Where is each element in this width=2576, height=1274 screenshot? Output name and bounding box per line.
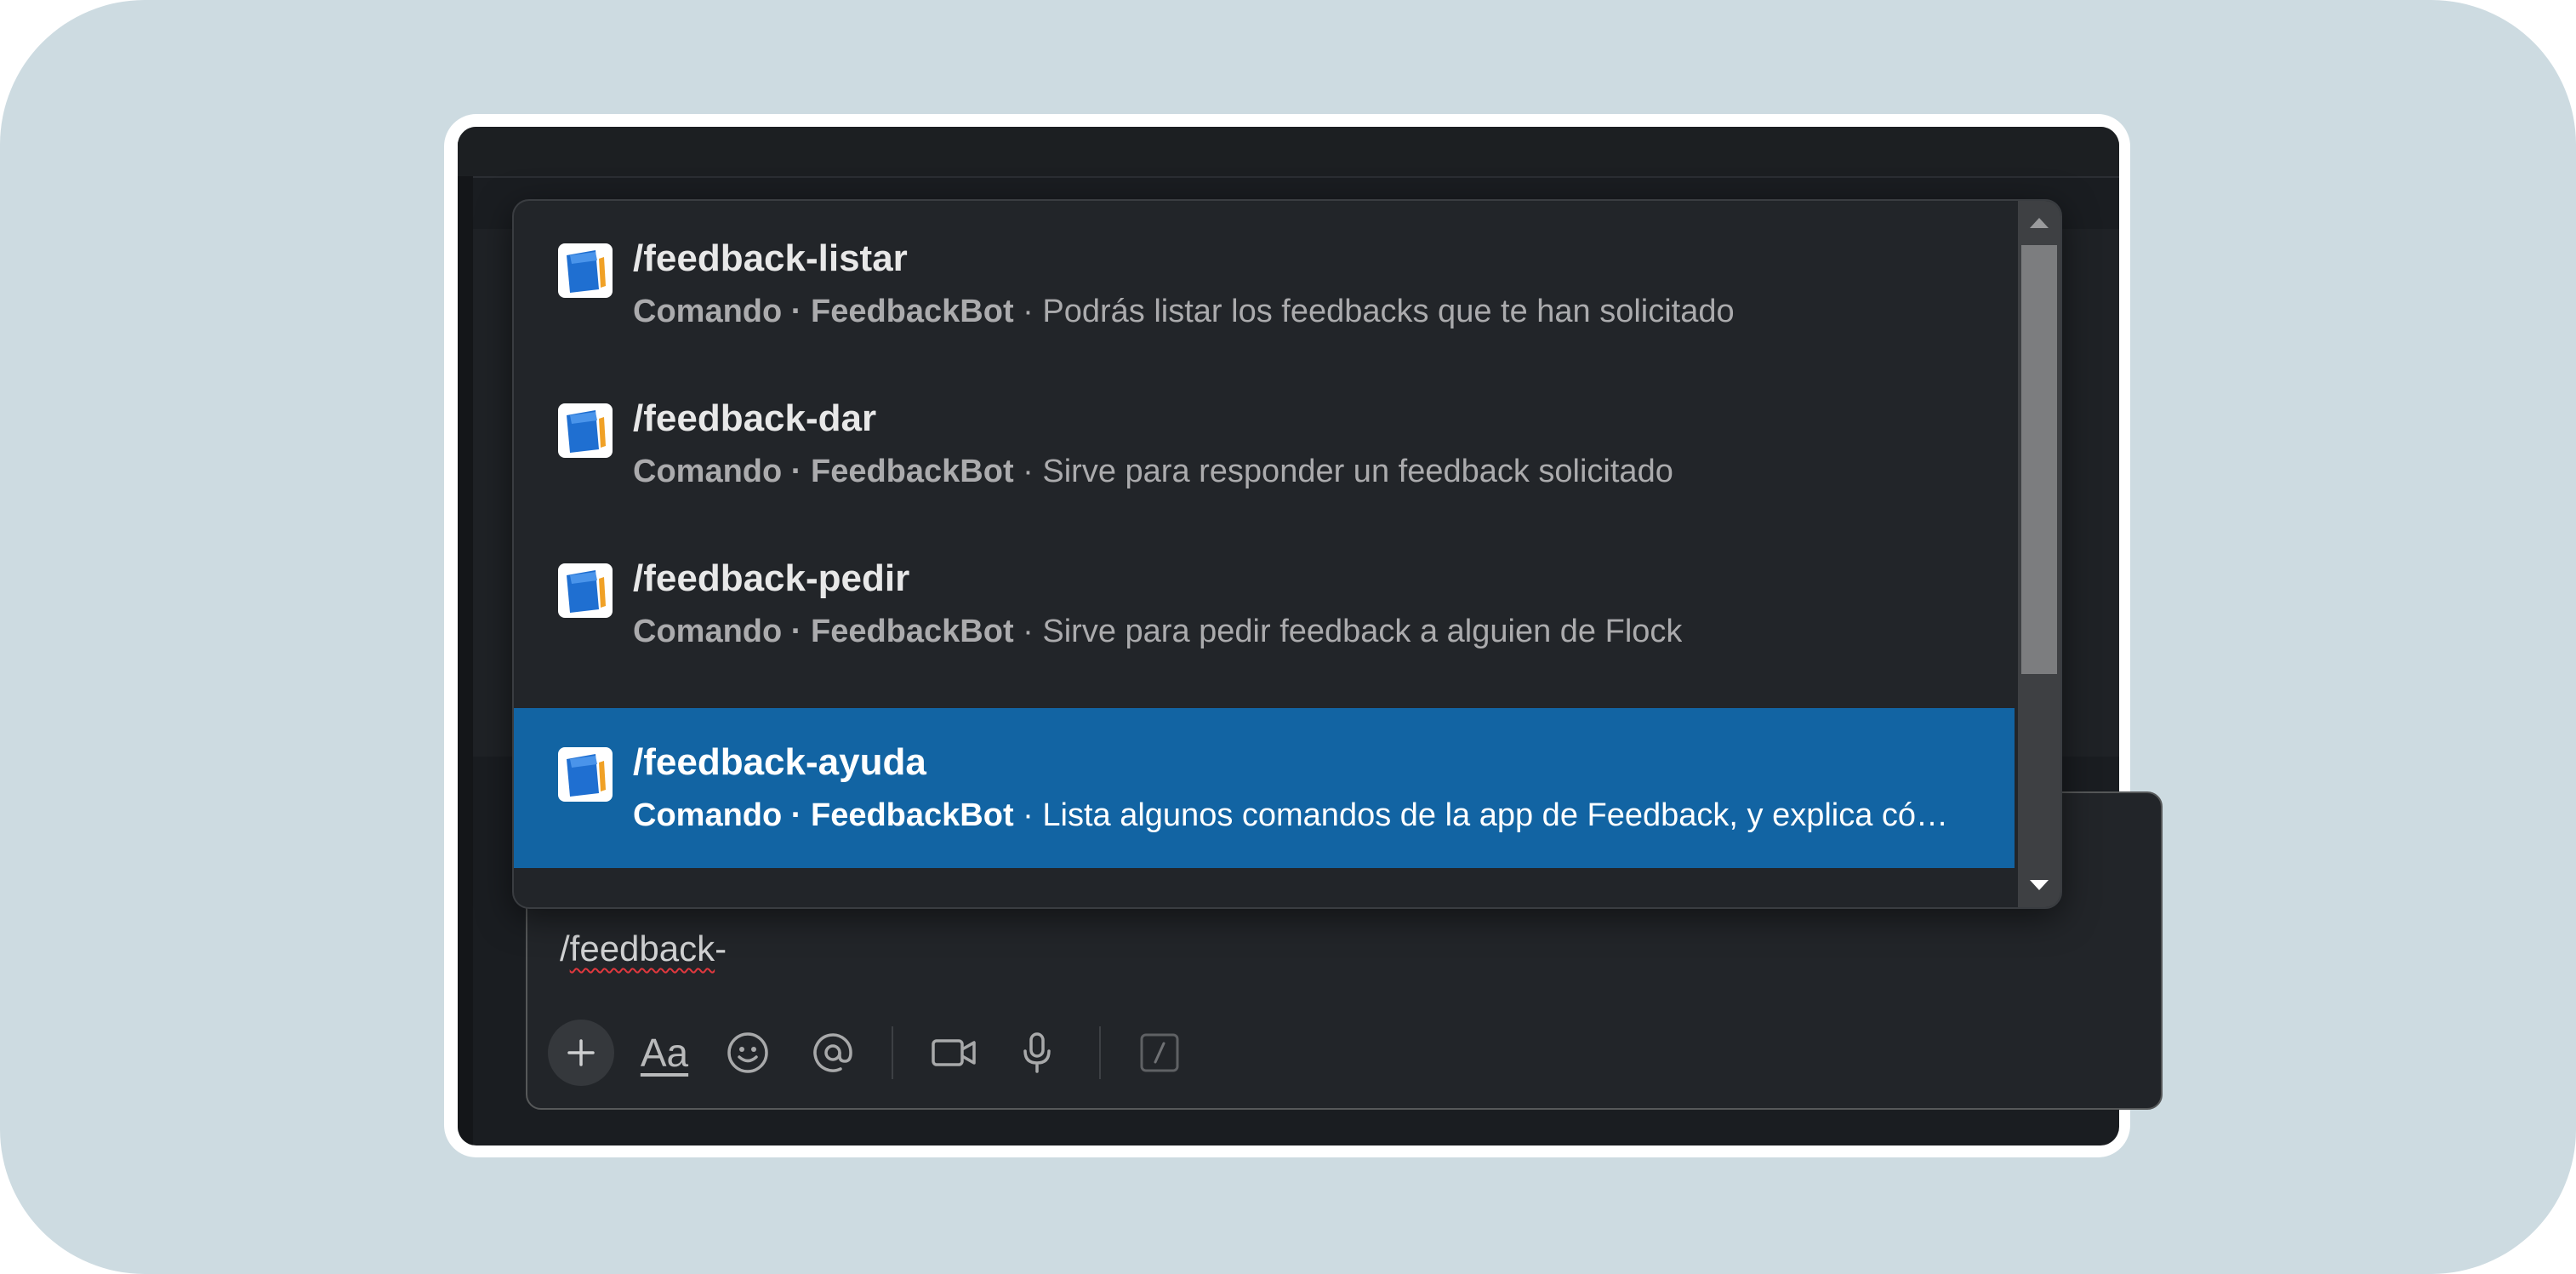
command-autocomplete: /feedback-listar Comando · FeedbackBot ·… [512,199,2062,909]
command-item-listar[interactable]: /feedback-listar Comando · FeedbackBot ·… [514,204,2015,364]
input-suffix: - [715,928,727,968]
notebook-icon [558,403,613,458]
command-item-pedir[interactable]: /feedback-pedir Comando · FeedbackBot · … [514,524,2015,684]
toolbar-divider [1099,1026,1101,1079]
command-item-ayuda[interactable]: /feedback-ayuda Comando · FeedbackBot · … [514,708,2015,868]
notebook-icon [558,747,613,802]
command-description: Comando · FeedbackBot · Lista algunos co… [633,797,1949,833]
message-input[interactable]: /feedback- [560,928,727,970]
left-strip [458,127,473,1145]
command-name: /feedback-ayuda [633,741,926,783]
scrollbar-thumb[interactable] [2021,245,2057,674]
command-description: Comando · FeedbackBot · Sirve para pedir… [633,614,1683,649]
microphone-icon[interactable] [1004,1020,1070,1086]
command-item-dar[interactable]: /feedback-dar Comando · FeedbackBot · Si… [514,364,2015,524]
command-name: /feedback-pedir [633,557,910,599]
command-name: /feedback-dar [633,397,877,439]
video-icon[interactable] [920,1020,987,1086]
header-divider [473,176,2119,178]
slash-command-icon[interactable] [1126,1020,1193,1086]
dropdown-scrollbar[interactable] [2018,201,2060,907]
command-description: Comando · FeedbackBot · Sirve para respo… [633,454,1673,489]
header-bar [458,127,2119,176]
scroll-down-icon[interactable] [2030,880,2049,890]
scroll-up-icon[interactable] [2030,218,2049,228]
command-description: Comando · FeedbackBot · Podrás listar lo… [633,294,1735,329]
input-prefix: / [560,928,570,968]
mention-icon[interactable] [800,1020,866,1086]
notebook-icon [558,243,613,298]
formatting-icon[interactable]: Aa [631,1020,698,1086]
toolbar-divider [892,1026,893,1079]
command-name: /feedback-listar [633,237,908,279]
misspelled-word: feedback [569,928,715,968]
plus-icon[interactable] [548,1020,614,1086]
notebook-icon [558,563,613,618]
emoji-icon[interactable] [715,1020,781,1086]
